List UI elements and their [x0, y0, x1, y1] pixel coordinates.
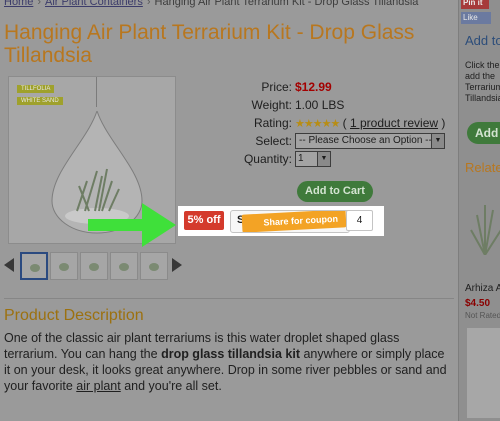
related-product-price: $4.50 — [465, 298, 491, 309]
quantity-select[interactable]: 1 ▼ — [295, 151, 331, 167]
select-row: Select: -- Please Choose an Option -- ▼ — [178, 133, 448, 152]
main-content: Home › Air Plant Containers › Hanging Air Pl… — [0, 0, 458, 421]
chevron-down-icon[interactable]: ▼ — [317, 152, 330, 166]
weight-value: 1.00 LBS — [295, 98, 345, 112]
product-description-text: One of the classic air plant terrariums … — [4, 330, 450, 394]
sidebar-text-line: Tillandsia — [465, 93, 500, 103]
rating-value: ★★★★★ ( 1 product review ) — [295, 116, 445, 130]
weight-row: Weight: 1.00 LBS — [178, 98, 448, 116]
rating-stars-icon: ★★★★★ — [295, 118, 340, 130]
thumbnail-image — [59, 263, 69, 271]
related-product-name[interactable]: Arhiza A — [465, 283, 500, 294]
description-part-3: and you're all set. — [120, 379, 222, 393]
section-divider — [4, 298, 454, 299]
breadcrumb: Home › Air Plant Containers › Hanging Air Pl… — [4, 0, 418, 8]
breadcrumb-current: Hanging Air Plant Terrarium Kit - Drop G… — [154, 0, 419, 8]
quantity-row: Quantity: 1 ▼ — [178, 151, 448, 170]
thumbnail[interactable] — [140, 252, 168, 280]
product-description-heading: Product Description — [4, 307, 144, 324]
thumbnail-image — [89, 263, 99, 271]
thumbnail-image — [119, 263, 129, 271]
breadcrumb-home-link[interactable]: Home — [4, 0, 33, 8]
coupon-share-widget: 5% off Sh Share for coupon 4 — [178, 206, 384, 236]
price-value: $12.99 — [295, 80, 332, 94]
share-for-coupon-button[interactable]: Sh Share for coupon — [230, 210, 350, 233]
related-products-title: Relate — [465, 160, 500, 175]
review-link[interactable]: 1 product review — [350, 116, 438, 130]
discount-badge: 5% off — [184, 211, 224, 230]
chevron-down-icon[interactable]: ▼ — [431, 134, 444, 148]
related-product-image[interactable] — [467, 328, 500, 418]
price-row: Price: $12.99 — [178, 80, 448, 98]
page-dimmed-background: Home › Air Plant Containers › Hanging Air Pl… — [0, 0, 500, 421]
air-plant-link[interactable]: air plant — [76, 379, 120, 393]
related-product-image[interactable] — [465, 185, 500, 255]
share-count: 4 — [346, 210, 373, 231]
image-label-white-sand: WHITE SAND — [17, 97, 63, 105]
add-to-cart-button[interactable]: Add to Cart — [297, 181, 373, 202]
thumbnail[interactable] — [80, 252, 108, 280]
green-arrow-icon — [88, 203, 176, 247]
thumbnail[interactable] — [20, 252, 48, 280]
weight-label: Weight: — [251, 98, 292, 112]
right-sidebar: Pin it Like Add to Click the add the Ter… — [458, 0, 500, 421]
rating-row: Rating: ★★★★★ ( 1 product review ) — [178, 116, 448, 134]
related-product-rating: Not Rated — [465, 311, 500, 320]
select-label: Select: — [255, 134, 292, 148]
thumbnail[interactable] — [110, 252, 138, 280]
rating-label: Rating: — [253, 116, 292, 130]
thumbnail[interactable] — [50, 252, 78, 280]
quantity-label: Quantity: — [243, 152, 292, 166]
thumbnail-image — [149, 263, 159, 271]
option-select-value: -- Please Choose an Option -- — [299, 135, 432, 146]
thumbnail-image — [30, 264, 40, 272]
next-arrow-icon[interactable] — [172, 258, 182, 272]
option-select[interactable]: -- Please Choose an Option -- ▼ — [295, 133, 445, 149]
review-paren-close: ) — [441, 116, 446, 130]
breadcrumb-separator: › — [146, 0, 151, 8]
sidebar-text-line: add the — [465, 71, 496, 81]
breadcrumb-category-link[interactable]: Air Plant Containers — [45, 0, 143, 8]
sidebar-add-title: Add to — [465, 33, 500, 48]
sidebar-add-text: Click the add the Terrarium Tillandsia — [465, 60, 500, 104]
quantity-select-value: 1 — [298, 153, 304, 164]
sidebar-add-button[interactable]: Add — [467, 122, 500, 144]
price-label: Price: — [261, 80, 292, 94]
facebook-like-button[interactable]: Like — [461, 12, 491, 24]
image-label-tillfolia: TILLFOLIA — [17, 85, 55, 93]
description-bold: drop glass tillandsia kit — [161, 347, 300, 361]
thumbnail-strip — [4, 252, 184, 282]
hanging-string — [96, 77, 97, 107]
share-for-coupon-tag[interactable]: Share for coupon — [241, 211, 347, 232]
sidebar-text-line: Terrarium — [465, 82, 500, 92]
pinterest-button[interactable]: Pin it — [461, 0, 489, 9]
previous-arrow-icon[interactable] — [4, 258, 14, 272]
sidebar-text-line: Click the — [465, 60, 500, 70]
product-title: Hanging Air Plant Terrarium Kit - Drop G… — [4, 21, 415, 67]
breadcrumb-separator: › — [37, 0, 42, 8]
review-paren-open: ( — [342, 116, 347, 130]
